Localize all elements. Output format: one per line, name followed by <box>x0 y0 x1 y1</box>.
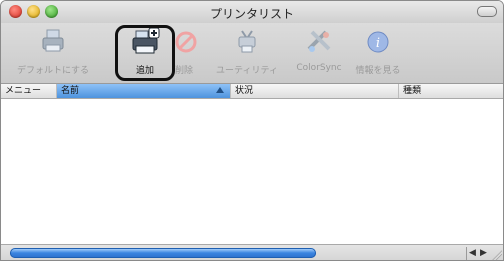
utility-icon <box>232 27 262 57</box>
column-name[interactable]: 名前 <box>57 84 231 98</box>
info-label: 情報を見る <box>355 66 401 76</box>
column-name-label: 名前 <box>61 86 80 96</box>
printer-default-icon <box>38 27 68 57</box>
column-menu[interactable]: メニュー <box>1 84 57 98</box>
show-info-button[interactable]: i 情報を見る <box>347 25 409 81</box>
list-header: メニュー 名前 状況 種類 <box>1 84 503 99</box>
column-status-label: 状況 <box>235 86 254 96</box>
column-menu-label: メニュー <box>5 86 42 96</box>
add-button-highlight <box>115 25 175 81</box>
colorsync-button[interactable]: ColorSync <box>291 25 347 81</box>
scrollbar-thumb[interactable] <box>10 248 316 258</box>
resize-grip-icon[interactable] <box>490 249 502 260</box>
delete-icon <box>171 27 201 57</box>
toolbar: デフォルトにする 追加 削除 ユーティリティ ColorSync i 情報を見る <box>1 23 503 84</box>
utility-label: ユーティリティ <box>216 66 278 76</box>
utility-button[interactable]: ユーティリティ <box>205 25 289 81</box>
colorsync-label: ColorSync <box>296 63 342 73</box>
scroll-left-icon[interactable]: ◀ <box>467 247 478 260</box>
scrollbar-arrows: ◀ ▶ <box>466 247 489 260</box>
window-title: プリンタリスト <box>209 7 294 21</box>
info-icon: i <box>363 27 393 57</box>
column-type-label: 種類 <box>403 86 422 96</box>
make-default-label: デフォルトにする <box>16 66 90 76</box>
title-bar[interactable]: プリンタリスト <box>1 1 503 23</box>
horizontal-scrollbar[interactable]: ◀ ▶ <box>1 244 503 260</box>
toolbar-toggle-button[interactable] <box>477 6 497 17</box>
printer-list-window: プリンタリスト デフォルトにする 追加 削除 ユーティリティ ColorSync… <box>0 0 504 261</box>
column-status[interactable]: 状況 <box>231 84 399 98</box>
column-type[interactable]: 種類 <box>399 84 503 98</box>
printer-list-area[interactable] <box>1 99 503 244</box>
make-default-button[interactable]: デフォルトにする <box>9 25 97 81</box>
scroll-right-icon[interactable]: ▶ <box>478 247 489 260</box>
svg-text:i: i <box>376 36 380 51</box>
sort-ascending-icon <box>216 87 224 93</box>
colorsync-icon <box>304 27 334 57</box>
